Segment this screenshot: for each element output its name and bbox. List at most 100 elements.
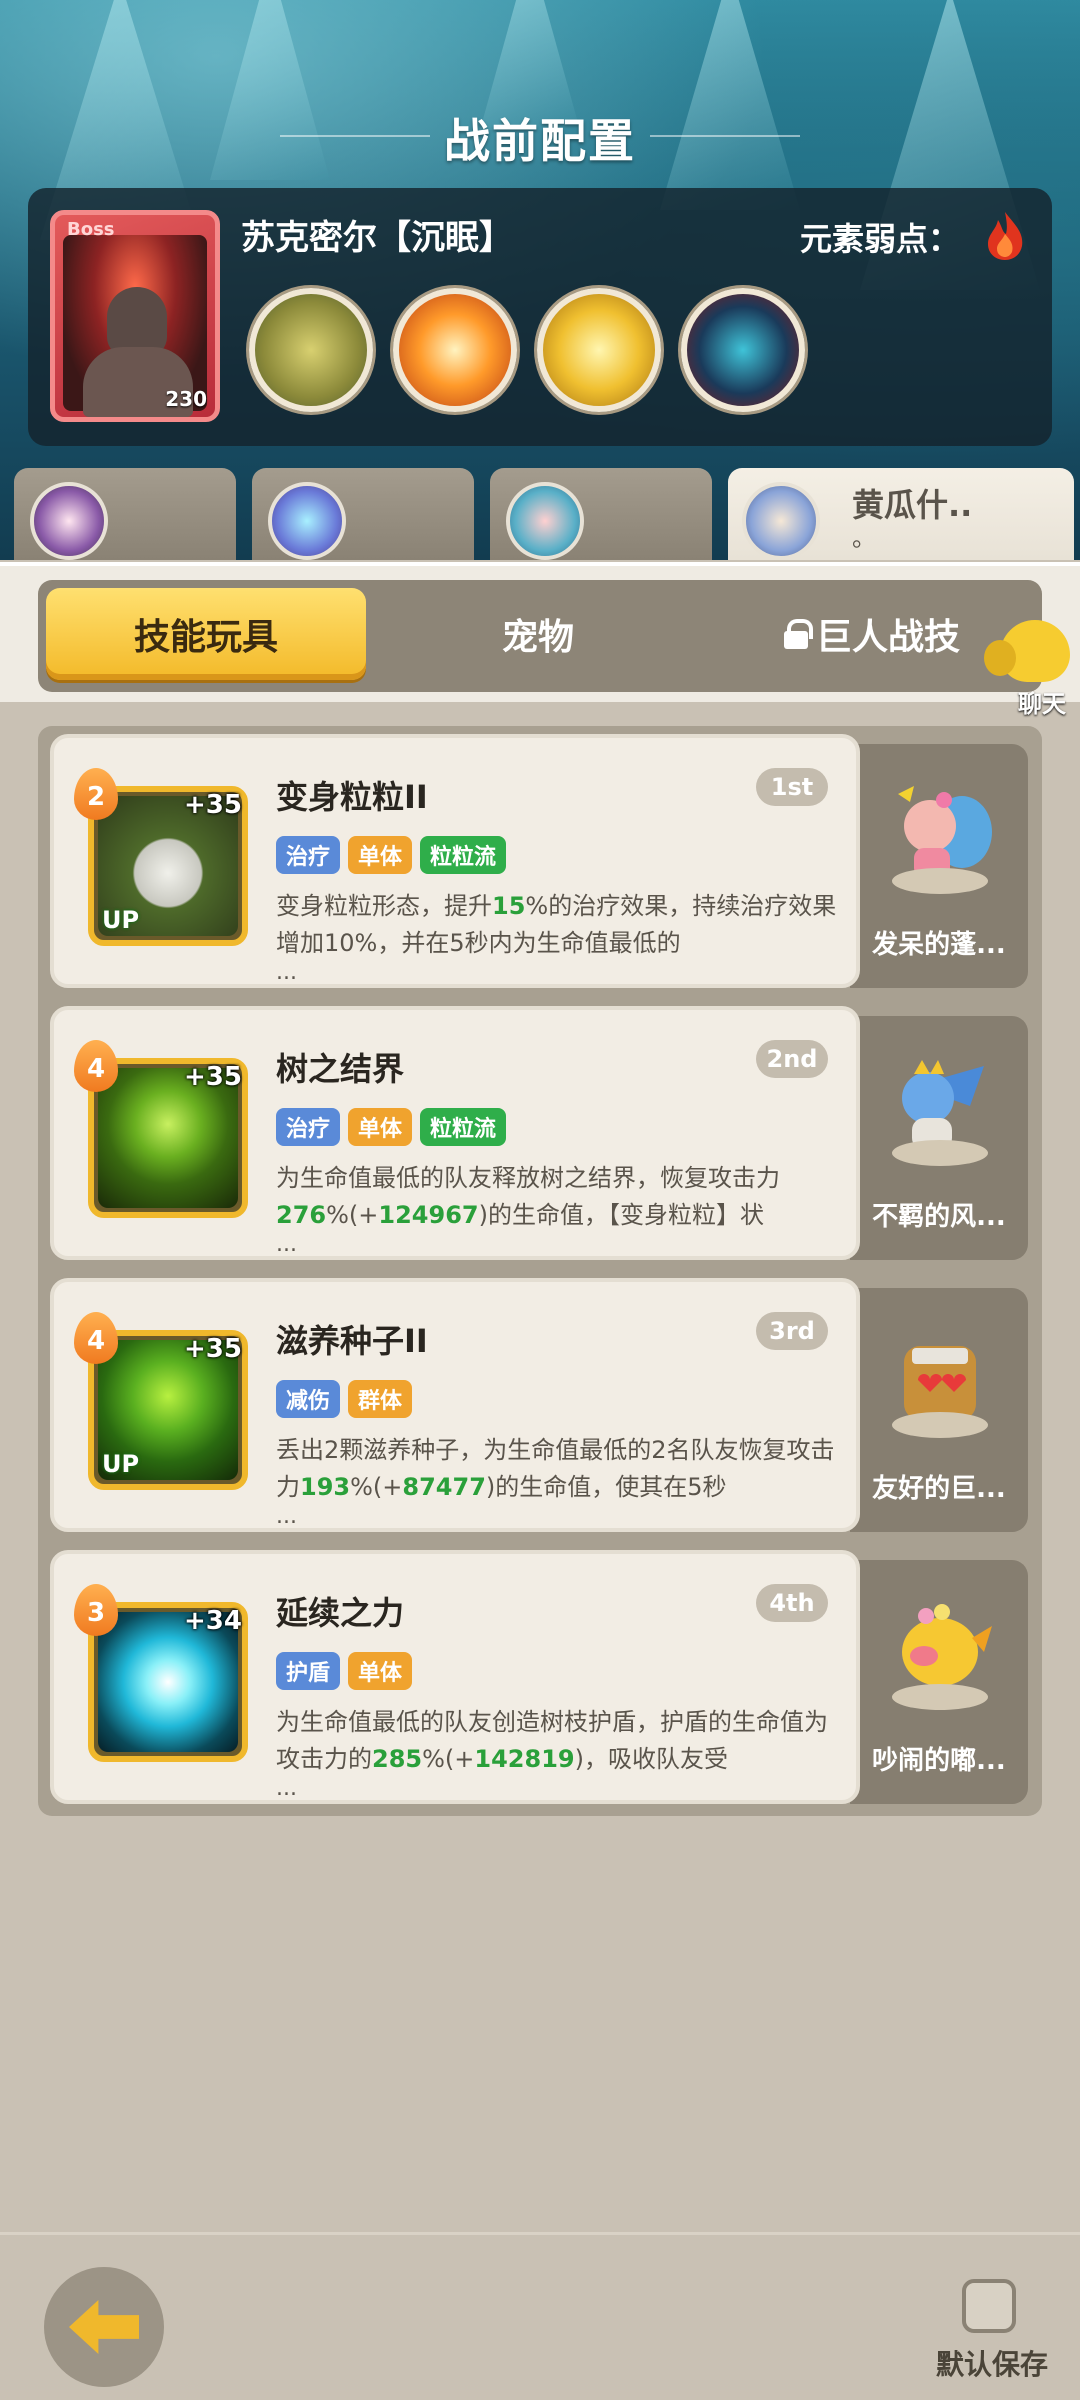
pet-name: 发呆的蓬... bbox=[872, 930, 1006, 960]
member-avatar bbox=[742, 482, 820, 560]
skill-tag: 粒粒流 bbox=[420, 1108, 507, 1146]
skill-tag: 单体 bbox=[348, 836, 413, 874]
lock-icon bbox=[783, 619, 813, 649]
member-avatar bbox=[506, 482, 584, 560]
skill-rank-badge: 1st bbox=[756, 768, 828, 806]
boss-portrait[interactable]: Boss 230 bbox=[50, 210, 220, 422]
skill-description: 为生命值最低的队友释放树之结界，恢复攻击力276%(+124967)的生命值，【… bbox=[276, 1164, 780, 1229]
boss-skill-3-icon[interactable] bbox=[537, 288, 661, 412]
category-tabs: 技能玩具 宠物 巨人战技 bbox=[38, 580, 1042, 692]
back-arrow-icon bbox=[69, 2300, 139, 2354]
boss-tag: Boss bbox=[67, 219, 115, 240]
skill-card[interactable]: 3 +34 延续之力 4th 护盾 单体 为生命值最低的队友创造树枝护盾，护盾的… bbox=[50, 1550, 860, 1804]
skill-description: 变身粒粒形态，提升15%的治疗效果，持续治疗效果增加10%，并在5秒内为生命值最… bbox=[276, 892, 837, 957]
skill-tag: 护盾 bbox=[276, 1652, 341, 1690]
skill-description: 为生命值最低的队友创造树枝护盾，护盾的生命值为攻击力的285%(+142819)… bbox=[276, 1708, 828, 1773]
boss-skill-2-icon[interactable] bbox=[393, 288, 517, 412]
pet-slot[interactable]: 吵闹的嘟... bbox=[850, 1560, 1028, 1804]
team-tab-3[interactable] bbox=[490, 468, 712, 560]
description-more: ... bbox=[276, 1504, 297, 1529]
pet-base bbox=[892, 1684, 988, 1710]
member-avatar bbox=[268, 482, 346, 560]
chat-mascot-icon bbox=[984, 620, 1070, 682]
back-button[interactable] bbox=[44, 2267, 164, 2387]
element-weakness-label: 元素弱点： bbox=[799, 220, 960, 258]
skill-level-badge: 3 bbox=[74, 1584, 118, 1636]
skill-row: 友好的巨... 4 +35 UP 滋养种子II 3rd 减伤 群体 丢出2颗滋养… bbox=[50, 1278, 1030, 1532]
skill-name: 树之结界 bbox=[276, 1050, 405, 1088]
member-avatar bbox=[30, 482, 108, 560]
skill-name: 变身粒粒II bbox=[276, 778, 428, 816]
tab-label: 宠物 bbox=[501, 617, 574, 658]
tab-label: 巨人战技 bbox=[815, 617, 960, 658]
boss-art bbox=[63, 235, 207, 417]
skill-plus-level: +34 bbox=[184, 1606, 242, 1636]
skill-rank-badge: 3rd bbox=[756, 1312, 828, 1350]
skill-tag: 减伤 bbox=[276, 1380, 341, 1418]
skill-tag: 治疗 bbox=[276, 1108, 341, 1146]
upgrade-badge: UP bbox=[102, 1450, 140, 1478]
default-save-checkbox[interactable] bbox=[962, 2279, 1016, 2333]
skill-card[interactable]: 2 +35 UP 变身粒粒II 1st 治疗 单体 粒粒流 变身粒粒形态，提升1… bbox=[50, 734, 860, 988]
pet-slot[interactable]: 友好的巨... bbox=[850, 1288, 1028, 1532]
pet-name: 吵闹的嘟... bbox=[872, 1746, 1006, 1776]
tab-giant-skills[interactable]: 巨人战技 bbox=[712, 588, 1032, 680]
pet-base bbox=[892, 868, 988, 894]
boss-name: 苏克密尔【沉眠】 bbox=[241, 218, 513, 258]
team-tab-2[interactable] bbox=[252, 468, 474, 560]
skill-tag: 单体 bbox=[348, 1108, 413, 1146]
skill-description: 丢出2颗滋养种子，为生命值最低的2名队友恢复攻击力193%(+87477)的生命… bbox=[276, 1436, 835, 1501]
team-member-sub: 。 bbox=[852, 524, 876, 552]
fire-element-icon bbox=[988, 212, 1023, 260]
pet-name: 友好的巨... bbox=[872, 1474, 1006, 1504]
skill-list: 发呆的蓬... 2 +35 UP 变身粒粒II 1st 治疗 单体 粒粒流 变身… bbox=[38, 726, 1042, 1816]
skill-plus-level: +35 bbox=[184, 790, 242, 820]
boss-info-panel: Boss 230 苏克密尔【沉眠】 元素弱点： bbox=[28, 188, 1052, 446]
team-tab-4[interactable]: 黄瓜什.. 。 bbox=[728, 468, 1074, 560]
skill-name: 滋养种子II bbox=[276, 1322, 428, 1360]
default-save-label: 默认保存 bbox=[936, 2348, 1049, 2381]
pet-base bbox=[892, 1140, 988, 1166]
skill-level-badge: 4 bbox=[74, 1040, 118, 1092]
skill-tags: 护盾 单体 bbox=[276, 1652, 413, 1690]
skill-row: 不羁的风... 4 +35 树之结界 2nd 治疗 单体 粒粒流 为生命值最低的… bbox=[50, 1006, 1030, 1260]
team-tab-1[interactable] bbox=[14, 468, 236, 560]
boss-skill-4-icon[interactable] bbox=[681, 288, 805, 412]
skill-level-badge: 2 bbox=[74, 768, 118, 820]
skill-card[interactable]: 4 +35 UP 滋养种子II 3rd 减伤 群体 丢出2颗滋养种子，为生命值最… bbox=[50, 1278, 860, 1532]
boss-skill-list bbox=[249, 288, 805, 412]
skill-tags: 治疗 单体 粒粒流 bbox=[276, 836, 507, 874]
pet-base bbox=[892, 1412, 988, 1438]
boss-level: 230 bbox=[165, 387, 207, 411]
bottom-bar: 默认保存 bbox=[0, 2232, 1080, 2400]
description-more: ... bbox=[276, 1776, 297, 1801]
skill-level-badge: 4 bbox=[74, 1312, 118, 1364]
boss-skill-1-icon[interactable] bbox=[249, 288, 373, 412]
category-bar: 技能玩具 宠物 巨人战技 bbox=[0, 562, 1080, 702]
skill-tags: 减伤 群体 bbox=[276, 1380, 413, 1418]
tab-pets[interactable]: 宠物 bbox=[378, 588, 698, 680]
pet-name: 不羁的风... bbox=[872, 1202, 1006, 1232]
skill-tag: 群体 bbox=[348, 1380, 413, 1418]
skill-tag: 粒粒流 bbox=[420, 836, 507, 874]
skill-row: 发呆的蓬... 2 +35 UP 变身粒粒II 1st 治疗 单体 粒粒流 变身… bbox=[50, 734, 1030, 988]
tab-label: 技能玩具 bbox=[133, 617, 278, 658]
skill-row: 吵闹的嘟... 3 +34 延续之力 4th 护盾 单体 为生命值最低的队友创造… bbox=[50, 1550, 1030, 1804]
pet-slot[interactable]: 不羁的风... bbox=[850, 1016, 1028, 1260]
page-title: 战前配置 bbox=[444, 114, 636, 168]
pet-slot[interactable]: 发呆的蓬... bbox=[850, 744, 1028, 988]
skill-rank-badge: 2nd bbox=[756, 1040, 828, 1078]
skill-plus-level: +35 bbox=[184, 1062, 242, 1092]
tab-skill-toys[interactable]: 技能玩具 bbox=[46, 588, 366, 680]
description-more: ... bbox=[276, 960, 297, 985]
upgrade-badge: UP bbox=[102, 906, 140, 934]
skill-name: 延续之力 bbox=[276, 1594, 405, 1632]
skill-card[interactable]: 4 +35 树之结界 2nd 治疗 单体 粒粒流 为生命值最低的队友释放树之结界… bbox=[50, 1006, 860, 1260]
skill-tag: 治疗 bbox=[276, 836, 341, 874]
chat-label: 聊天 bbox=[1018, 690, 1066, 718]
skill-rank-badge: 4th bbox=[756, 1584, 828, 1622]
chat-button[interactable]: 聊天 bbox=[984, 620, 1070, 720]
description-more: ... bbox=[276, 1232, 297, 1257]
skill-tags: 治疗 单体 粒粒流 bbox=[276, 1108, 507, 1146]
team-member-tabs: 黄瓜什.. 。 bbox=[0, 468, 1080, 568]
